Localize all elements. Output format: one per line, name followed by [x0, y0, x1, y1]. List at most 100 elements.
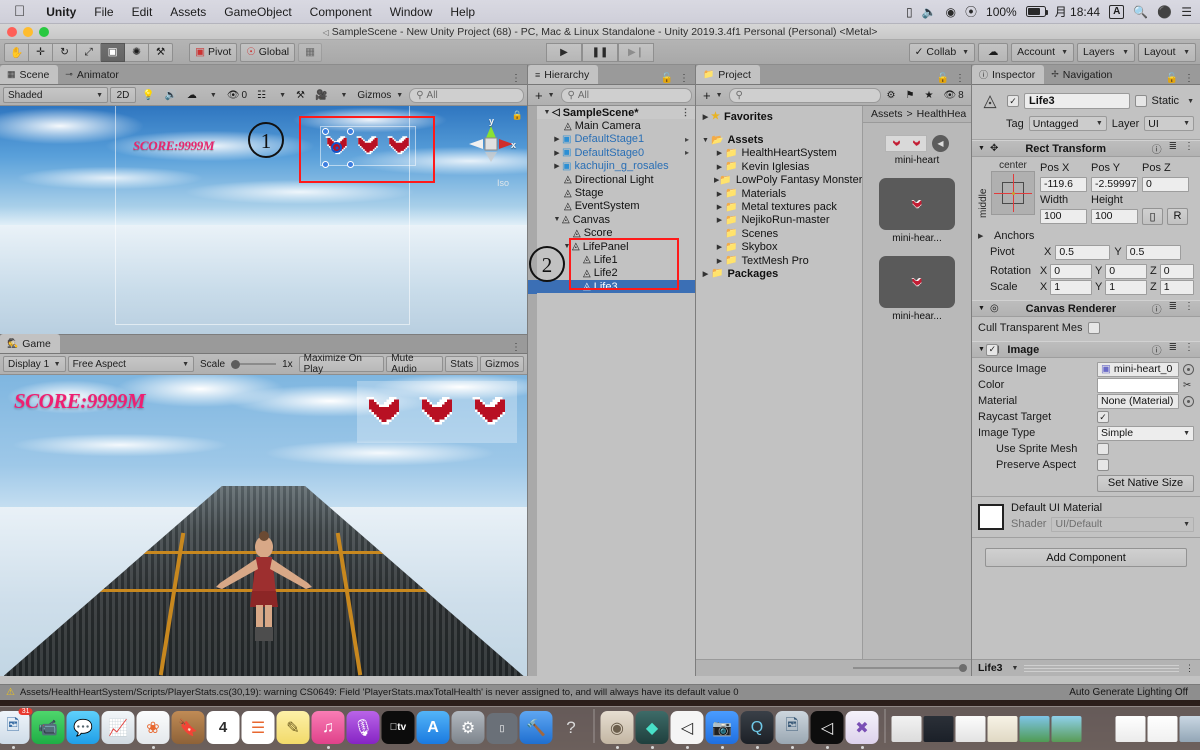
rotation-y-input[interactable]: 0	[1105, 263, 1148, 279]
dock-quicktime[interactable]: Q	[740, 711, 774, 749]
scene-visibility-icon[interactable]: 👁 0	[223, 87, 251, 103]
asset-item[interactable]: mini-hear...	[879, 256, 955, 322]
breadcrumb-assets[interactable]: Assets	[871, 108, 903, 120]
global-toggle-button[interactable]: ☉ Global	[240, 42, 296, 62]
width-input[interactable]: 100	[1040, 208, 1087, 224]
chevron-right-icon[interactable]: ▶	[700, 270, 711, 278]
dock-preview[interactable]: 🖻 31	[0, 708, 33, 749]
anchor-preset-widget[interactable]	[991, 171, 1035, 215]
dock-podcasts[interactable]: 🎙	[346, 711, 380, 744]
image-type-dropdown[interactable]: Simple ▼	[1097, 425, 1194, 441]
dock-sourcetree[interactable]: ◆	[635, 711, 669, 749]
project-row-scenes[interactable]: 📁 Scenes	[696, 227, 862, 240]
hierarchy-row-main-camera[interactable]: ◬ Main Camera	[528, 119, 695, 132]
lock-icon[interactable]: 🔓	[937, 73, 949, 84]
chevron-down-icon[interactable]: ▼	[542, 109, 552, 116]
dock-window-thumb[interactable]	[1115, 716, 1146, 742]
dock-app-roulette[interactable]: ◉	[600, 711, 634, 749]
set-native-size-button[interactable]: Set Native Size	[1097, 474, 1194, 492]
stats-button[interactable]: Stats	[445, 356, 479, 372]
scene-viewport[interactable]: SCORE:9999M 1 y x Iso 🔒	[0, 106, 527, 334]
project-row-skybox[interactable]: ▶ 📁 Skybox	[696, 241, 862, 254]
play-button[interactable]: ▶	[546, 42, 582, 62]
shader-dropdown[interactable]: UI/Default ▼	[1051, 516, 1194, 532]
rotate-tool-button[interactable]: ↻	[53, 42, 78, 62]
project-tab-tools[interactable]: 🔓 ⋮	[937, 73, 971, 84]
breadcrumb-healthheart[interactable]: HealthHea	[917, 108, 967, 120]
pos-x-input[interactable]: -119.6	[1040, 176, 1087, 192]
component-menu-icon[interactable]: ⋮	[1184, 141, 1194, 156]
raycast-target-checkbox[interactable]: ✓	[1097, 411, 1109, 423]
pause-button[interactable]: ❚❚	[582, 42, 618, 62]
dock-window-thumb[interactable]	[891, 716, 922, 742]
layout-button[interactable]: Layout ▼	[1138, 42, 1196, 62]
component-menu-icon[interactable]: ⋮	[1184, 342, 1194, 357]
volume-icon[interactable]: 🔈	[922, 5, 937, 19]
game-tab-menu[interactable]: ⋮	[511, 342, 527, 353]
scene-tools-icon[interactable]: ☷	[253, 87, 270, 103]
siri-icon[interactable]: ◉	[946, 5, 956, 19]
status-bar[interactable]: ⚠ Assets/HealthHeartSystem/Scripts/Playe…	[0, 684, 1200, 700]
chevron-down-icon[interactable]: ▼	[1012, 665, 1019, 672]
dock-unknown-app[interactable]: ?	[555, 711, 588, 744]
chevron-right-icon[interactable]: ▶	[714, 190, 725, 198]
canvas-renderer-header[interactable]: ▼ ◎ Canvas Renderer ⓘ ≣ ⋮	[972, 300, 1200, 317]
dock-apple-tv[interactable]: tv	[381, 711, 415, 744]
favorite-star-icon[interactable]: ★	[920, 87, 937, 103]
help-icon[interactable]: ⓘ	[1152, 342, 1162, 357]
project-search-input[interactable]: ⚲	[728, 87, 881, 103]
menu-edit[interactable]: Edit	[123, 0, 162, 24]
object-enabled-checkbox[interactable]: ✓	[1007, 95, 1019, 107]
prefab-open-icon[interactable]: ▸	[685, 148, 689, 157]
dock-window-thumb[interactable]	[1084, 716, 1114, 742]
tab-game[interactable]: 🕵 Game	[0, 334, 60, 353]
tab-scene[interactable]: ▦ Scene	[0, 65, 59, 84]
account-button[interactable]: Account ▼	[1011, 42, 1074, 62]
custom-editor-tool-button[interactable]: ⚒	[149, 42, 174, 62]
grid-snap-button[interactable]: ▦	[298, 42, 323, 62]
scale-z-input[interactable]: 1	[1159, 279, 1194, 295]
scene-camera-dropdown[interactable]: ▼	[333, 87, 351, 103]
lock-icon[interactable]: 🔓	[1166, 73, 1178, 84]
spotlight-search-icon[interactable]: 🔍	[1133, 5, 1148, 19]
dock-contacts[interactable]: 🔖	[171, 711, 205, 744]
tab-inspector[interactable]: ⓘ Inspector	[972, 65, 1045, 84]
project-row-kevin-iglesias[interactable]: ▶ 📁 Kevin Iglesias	[696, 160, 862, 173]
hierarchy-row-samplescene[interactable]: ▼ ◁ SampleScene* ⋮	[528, 106, 695, 120]
chevron-right-icon[interactable]: ▶	[552, 162, 562, 170]
dropbox-icon[interactable]: ⦿	[965, 3, 977, 20]
dock-window-thumb[interactable]	[1179, 716, 1200, 742]
chevron-down-icon[interactable]: ▼	[978, 145, 985, 152]
pivot-y-input[interactable]: 0.5	[1125, 244, 1181, 260]
hierarchy-search-input[interactable]: ⚲ All	[560, 87, 692, 103]
chevron-right-icon[interactable]: ▶	[552, 135, 562, 143]
add-component-button[interactable]: Add Component	[985, 548, 1187, 567]
material-field[interactable]: None (Material)	[1097, 393, 1179, 409]
project-row-nejikorun[interactable]: ▶ 📁 NejikoRun-master	[696, 214, 862, 227]
dock-window-thumb[interactable]	[987, 716, 1018, 742]
minimize-window-button[interactable]	[23, 27, 33, 37]
inspector-footer-menu-icon[interactable]: ⋮	[1185, 663, 1194, 674]
hierarchy-create-button[interactable]: + ▼	[531, 87, 559, 103]
dock-window-thumb[interactable]	[1019, 716, 1050, 742]
asset-item[interactable]: mini-hear...	[879, 178, 955, 244]
chevron-right-icon[interactable]: ▶	[700, 113, 711, 121]
hierarchy-row-directional-light[interactable]: ◬ Directional Light	[528, 173, 695, 186]
menu-component[interactable]: Component	[301, 0, 381, 24]
scale-x-input[interactable]: 1	[1050, 279, 1092, 295]
tab-project[interactable]: 📁 Project	[696, 65, 760, 84]
dock-window-thumb[interactable]	[923, 716, 954, 742]
rect-handle-tr[interactable]	[347, 128, 354, 135]
dock-photos[interactable]: ❀	[136, 711, 170, 749]
use-sprite-mesh-checkbox[interactable]	[1097, 443, 1109, 455]
transform-tool-button[interactable]: ✺	[125, 42, 150, 62]
maximize-window-button[interactable]	[39, 27, 49, 37]
preset-icon[interactable]: ≣	[1169, 301, 1177, 316]
menu-assets[interactable]: Assets	[161, 0, 215, 24]
rect-handle-tl[interactable]	[322, 128, 329, 135]
scene-orientation-gizmo[interactable]: y x	[463, 116, 519, 180]
cull-transparent-checkbox[interactable]	[1087, 322, 1100, 334]
chevron-right-icon[interactable]: ▶	[714, 149, 725, 157]
dock-messages[interactable]: 💬	[66, 711, 100, 744]
inspector-tab-tools[interactable]: 🔓 ⋮	[1166, 73, 1200, 84]
